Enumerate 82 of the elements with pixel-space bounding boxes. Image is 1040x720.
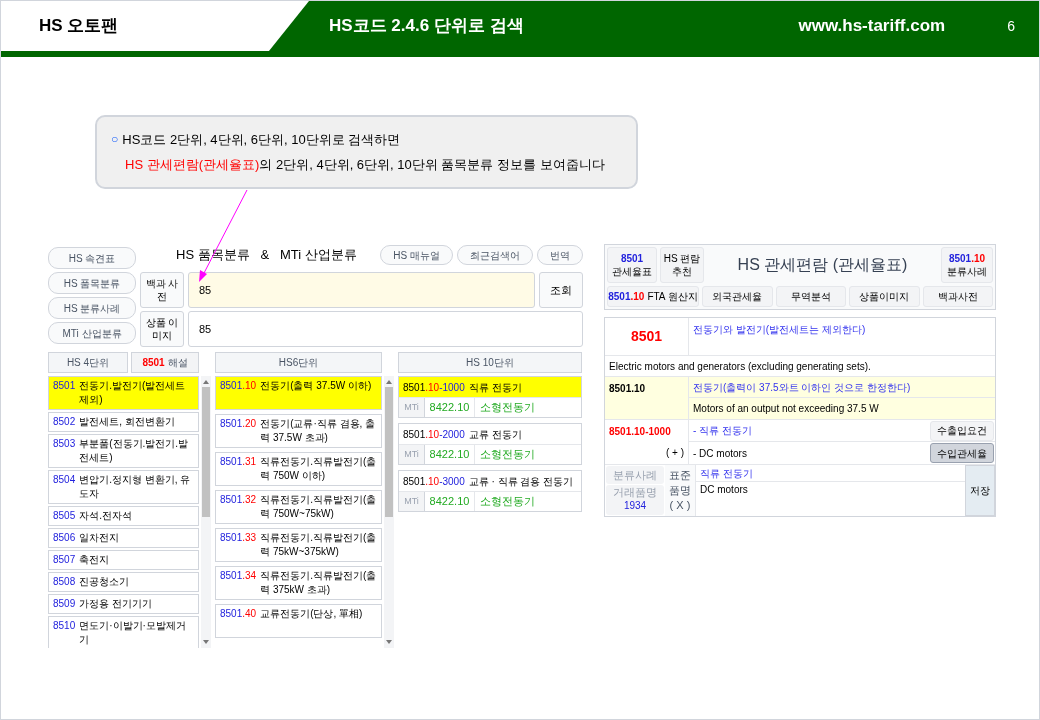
column-header[interactable]: HS 10단위	[398, 352, 582, 373]
search-field[interactable]: 85	[188, 272, 535, 308]
field-label: 상품 이미지	[140, 311, 184, 347]
website-url: www.hs-tariff.com	[798, 15, 946, 38]
list-item[interactable]: 8508 진공청소기	[48, 572, 199, 592]
list-item[interactable]: 8502 발전세트, 회전변환기	[48, 412, 199, 432]
tariff-button[interactable]: 8501 관세율표	[607, 247, 657, 283]
list-item[interactable]: 8505 자석.전자석	[48, 506, 199, 526]
tab[interactable]: 상품이미지	[849, 286, 920, 307]
save-button[interactable]: 저장	[965, 465, 995, 516]
subheading-code: 8501.10	[605, 377, 689, 419]
side-button[interactable]: MTi 산업분류	[48, 322, 136, 344]
app-title: HS 품목분류 & MTi 산업분류	[176, 246, 357, 265]
mti-name: 소형전동기	[479, 447, 536, 463]
recommend-button[interactable]: HS 편람 추천	[660, 247, 704, 283]
mti-name: 소형전동기	[479, 494, 536, 510]
scroll-down-icon[interactable]	[386, 639, 392, 645]
scrollbar[interactable]	[384, 376, 394, 648]
mti-code: 8422.10	[425, 398, 475, 417]
item-korean: - 직류 전동기	[692, 424, 753, 438]
mti-code: 8422.10	[425, 492, 475, 511]
list-item[interactable]: 8501.10-1000 직류 전동기	[399, 377, 581, 397]
standard-name-label: ( X )	[669, 498, 691, 513]
side-button[interactable]: HS 품목분류	[48, 272, 136, 294]
list-item[interactable]: 8509 가정용 전기기기	[48, 594, 199, 614]
list-item[interactable]: 8501.34 직류전동기.직류발전기(출력 375kW 초과)	[215, 566, 382, 600]
note-tab[interactable]: 8501 해설	[131, 352, 199, 373]
scrollbar[interactable]	[201, 376, 211, 648]
list-item[interactable]: 8501 전동기.발전기(발전세트 제외)	[48, 376, 199, 410]
page-number: 6	[1007, 16, 1015, 36]
heading-code: 8501	[605, 318, 689, 355]
list-item[interactable]: 8501.33 직류전동기.직류발전기(출력 75kW~375kW)	[215, 528, 382, 562]
standard-name-label: 표준	[669, 468, 691, 483]
tab[interactable]: 외국관세율	[702, 286, 773, 307]
item-button[interactable]: 수입관세율	[930, 443, 994, 463]
scroll-up-icon[interactable]	[386, 379, 392, 385]
tab[interactable]: 8501.10 FTA 원산지	[607, 286, 699, 307]
bullet-icon: ○	[111, 130, 119, 149]
list-item[interactable]: 8507 축전지	[48, 550, 199, 570]
list-item[interactable]: 8501.40 교류전동기(단상, 單相)	[215, 604, 382, 638]
list-item[interactable]: 8510 면도기·이발기·모발제거기	[48, 616, 199, 648]
mti-name: 소형전동기	[479, 400, 536, 416]
list-item[interactable]: 8503 부분품(전동기.발전기.발전세트)	[48, 434, 199, 468]
panel-title: HS 관세편람 (관세율표)	[736, 255, 909, 275]
standard-name-korean: 직류 전동기	[696, 465, 965, 482]
standard-name-field[interactable]: DC motors	[696, 482, 965, 516]
callout-text: HS 관세편람(관세율표)의 2단위, 4단위, 6단위, 10단위 품목분류 정보를 보여줍니다	[125, 157, 605, 172]
scroll-up-icon[interactable]	[203, 379, 209, 385]
side-button[interactable]: HS 속견표	[48, 247, 136, 269]
item-mark: ( + )	[665, 446, 684, 460]
top-button[interactable]: 번역	[537, 245, 583, 265]
list-item[interactable]: 8504 변압기.정지형 변환기, 유도자	[48, 470, 199, 504]
side-button[interactable]: HS 분류사례	[48, 297, 136, 319]
slide-title: HS코드 2.4.6 단위로 검색	[329, 15, 524, 38]
top-button[interactable]: 최근검색어	[457, 245, 533, 265]
top-button[interactable]: HS 매뉴얼	[380, 245, 453, 265]
standard-name-label: 품명	[669, 483, 691, 498]
cases-button[interactable]: 8501.10 분류사례	[941, 247, 993, 283]
tab[interactable]: 백과사전	[922, 286, 993, 307]
item-english: - DC motors	[692, 446, 748, 461]
scroll-thumb[interactable]	[202, 387, 210, 517]
mti-code: 8422.10	[425, 445, 475, 464]
search-field[interactable]: 85	[188, 311, 583, 347]
search-button[interactable]: 조회	[539, 272, 583, 308]
subheading-korean: 전동기(출력이 37.5와트 이하인 것으로 한정한다)	[689, 377, 995, 398]
list-item[interactable]: 8501.31 직류전동기.직류발전기(출력 750W 이하)	[215, 452, 382, 486]
callout-text: HS코드 2단위, 4단위, 6단위, 10단위로 검색하면	[122, 130, 401, 149]
list-item[interactable]: 8501.10 전동기(출력 37.5W 이하)	[215, 376, 382, 410]
column-header[interactable]: HS 4단위	[48, 352, 128, 373]
column-header[interactable]: HS6단위	[215, 352, 382, 373]
list-item[interactable]: 8501.20 전동기(교류·직류 겸용, 출력 37.5W 초과)	[215, 414, 382, 448]
list-item[interactable]: 8501.32 직류전동기.직류발전기(출력 750W~75kW)	[215, 490, 382, 524]
field-label: 백과 사전	[140, 272, 184, 308]
brand-name: HS 오토팬	[39, 15, 119, 38]
subheading-english: Motors of an output not exceeding 37.5 W	[692, 402, 880, 416]
item-button[interactable]: 수출입요건	[930, 420, 994, 441]
scroll-thumb[interactable]	[385, 387, 393, 517]
tab[interactable]: 무역분석	[775, 286, 846, 307]
list-item[interactable]: 8506 일차전지	[48, 528, 199, 548]
heading-korean: 전동기와 발전기(발전세트는 제외한다)	[692, 323, 867, 337]
item-code: 8501.10-1000	[609, 425, 672, 439]
scroll-down-icon[interactable]	[203, 639, 209, 645]
